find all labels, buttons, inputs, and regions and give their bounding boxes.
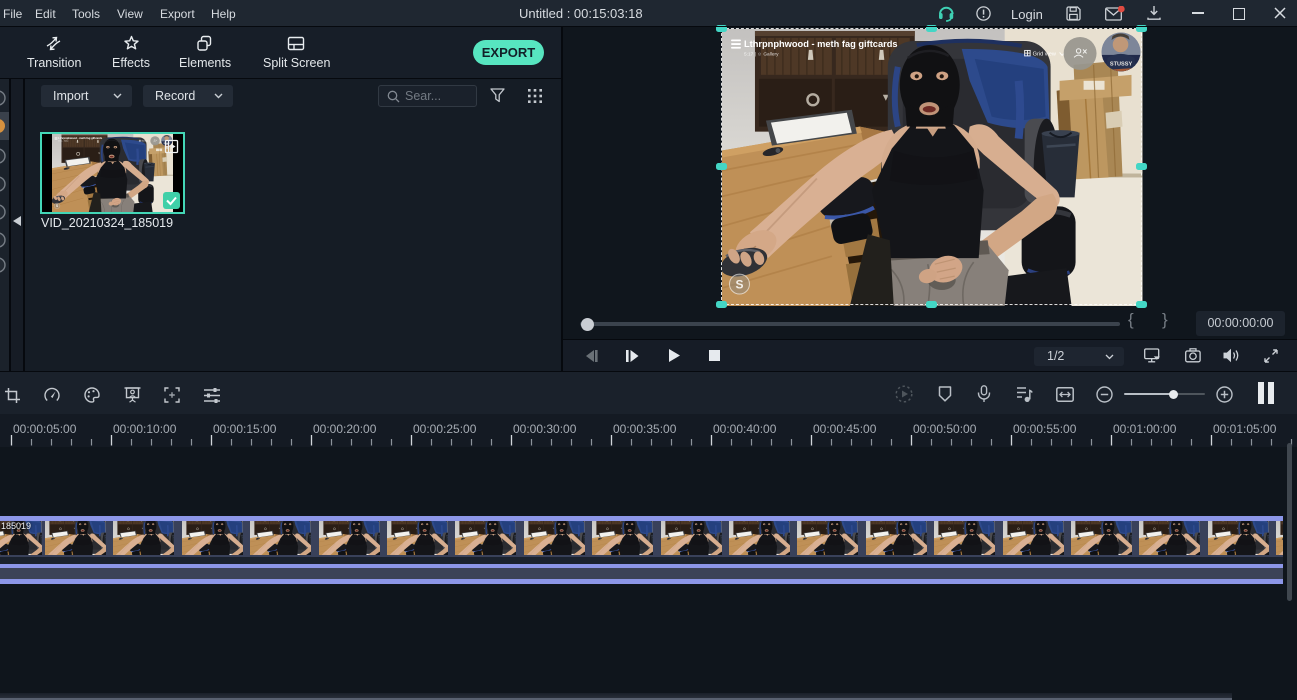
svg-text:00:00:45:00: 00:00:45:00 bbox=[813, 422, 877, 436]
svg-text:00:01:00:00: 00:01:00:00 bbox=[1113, 422, 1177, 436]
svg-text:00:00:55:00: 00:00:55:00 bbox=[1013, 422, 1077, 436]
svg-text:00:01:05:00: 00:01:05:00 bbox=[1213, 422, 1277, 436]
svg-text:00:00:20:00: 00:00:20:00 bbox=[313, 422, 377, 436]
svg-text:00:00:50:00: 00:00:50:00 bbox=[913, 422, 977, 436]
svg-text:00:00:40:00: 00:00:40:00 bbox=[713, 422, 777, 436]
svg-text:00:00:25:00: 00:00:25:00 bbox=[413, 422, 477, 436]
svg-text:00:00:10:00: 00:00:10:00 bbox=[113, 422, 177, 436]
svg-text:00:00:15:00: 00:00:15:00 bbox=[213, 422, 277, 436]
svg-text:00:00:05:00: 00:00:05:00 bbox=[13, 422, 77, 436]
svg-text:00:00:35:00: 00:00:35:00 bbox=[613, 422, 677, 436]
svg-text:00:00:30:00: 00:00:30:00 bbox=[513, 422, 577, 436]
